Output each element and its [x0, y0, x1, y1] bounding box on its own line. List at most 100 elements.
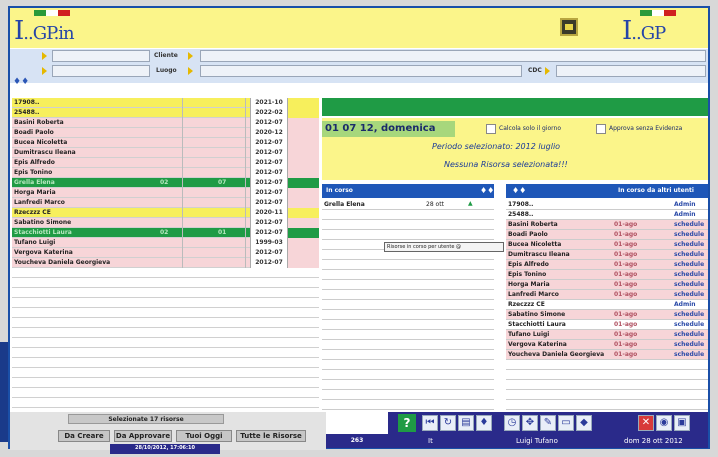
empty-row	[322, 320, 494, 330]
list-item[interactable]: Grella Elena 02 07 2012-07	[12, 178, 319, 188]
cliente-field[interactable]	[200, 50, 706, 62]
luogo-field[interactable]	[200, 65, 522, 77]
row-tail	[288, 108, 319, 118]
empty-row	[322, 270, 494, 280]
edit-icon[interactable]: ✎	[540, 415, 556, 431]
list-item[interactable]: Horga Maria 01-ago schedule	[506, 280, 708, 290]
logo-left: I..GP.in	[14, 10, 94, 46]
list-item[interactable]: Epis Alfredo 2012-07	[12, 158, 319, 168]
row-tail	[288, 148, 319, 158]
status-date: dom 28 ott 2012	[624, 437, 683, 445]
refresh-icon[interactable]: ↻	[440, 415, 456, 431]
filter-arrow-icon[interactable]	[42, 52, 47, 60]
list-item[interactable]: Horga Maria 2012-07	[12, 188, 319, 198]
resource-date: 01-ago	[614, 261, 638, 268]
resource-date: 2020-11	[250, 208, 288, 218]
list-item[interactable]: Tufano Luigi 01-ago schedule	[506, 330, 708, 340]
list-item[interactable]: Youcheva Daniela Georgieva 2012-07	[12, 258, 319, 268]
list-item[interactable]: Youcheva Daniela Georgieva 01-ago schedule	[506, 350, 708, 360]
cell-divider	[182, 178, 246, 188]
first-icon[interactable]: ⏮	[422, 415, 438, 431]
list-item[interactable]: Boadi Paolo 01-ago schedule	[506, 230, 708, 240]
value-1: 02	[160, 179, 169, 186]
save-icon[interactable]: ▣	[674, 415, 690, 431]
print-icon[interactable]: ▤	[458, 415, 474, 431]
cdc-field[interactable]	[556, 65, 706, 77]
cdc-label: CDC	[528, 67, 542, 74]
book-icon[interactable]: ▭	[558, 415, 574, 431]
da-approvare-button[interactable]: Da Approvare	[114, 430, 172, 442]
cell-divider	[182, 258, 246, 268]
list-item[interactable]: Stacchiotti Laura 02 01 2012-07	[12, 228, 319, 238]
list-item[interactable]: Bucea Nicoletta 01-ago schedule	[506, 240, 708, 250]
list-item[interactable]: Epis Alfredo 01-ago schedule	[506, 260, 708, 270]
list-item[interactable]: Epis Tonino 01-ago schedule	[506, 270, 708, 280]
empty-row	[12, 358, 319, 368]
luogo-arrow-icon[interactable]	[188, 67, 193, 75]
filter-arrow-icon[interactable]	[42, 67, 47, 75]
diamond-icon[interactable]: ◆	[576, 415, 592, 431]
people-icon[interactable]: ♦♦	[480, 184, 494, 198]
resource-value: 28 ott	[426, 201, 444, 208]
move-icon[interactable]: ✥	[522, 415, 538, 431]
calc-day-checkbox[interactable]	[486, 124, 496, 134]
list-item[interactable]: Vergova Katerina 2012-07	[12, 248, 319, 258]
approve-label: Approva senza Evidenza	[609, 125, 683, 132]
filter-field-2[interactable]	[52, 65, 150, 77]
empty-row	[506, 370, 708, 380]
list-item[interactable]: 17908.. Admin	[506, 200, 708, 210]
home-icon[interactable]	[560, 18, 578, 36]
people-icon[interactable]: ♦	[476, 415, 492, 431]
list-item[interactable]: Vergova Katerina 01-ago schedule	[506, 340, 708, 350]
tooltip: Risorse in corso per utente @	[384, 242, 504, 252]
list-item[interactable]: 17908.. 2021-10	[12, 98, 319, 108]
cliente-arrow-icon[interactable]	[188, 52, 193, 60]
list-item[interactable]: 25488.. 2022-02	[12, 108, 319, 118]
resource-status: schedule	[674, 261, 705, 268]
resource-list: 17908.. 2021-10 25488.. 2022-02 Basini Rober…	[12, 98, 319, 410]
close-icon[interactable]: ✕	[638, 415, 654, 431]
list-item[interactable]: Rzeczzz CE 2020-11	[12, 208, 319, 218]
row-tail	[288, 218, 319, 228]
list-item[interactable]: Dumitrascu Ileana 2012-07	[12, 148, 319, 158]
list-item[interactable]: Stacchiotti Laura 01-ago schedule	[506, 320, 708, 330]
resource-date: 2012-07	[250, 248, 288, 258]
resource-name: 17908..	[14, 99, 40, 106]
clock-icon[interactable]: ◷	[504, 415, 520, 431]
list-item[interactable]: 25488.. Admin	[506, 210, 708, 220]
da-creare-button[interactable]: Da Creare	[58, 430, 110, 442]
resource-date: 2012-07	[250, 158, 288, 168]
list-item[interactable]: Sabatino Simone 01-ago schedule	[506, 310, 708, 320]
tutte-risorse-button[interactable]: Tutte le Risorse	[236, 430, 306, 442]
list-item[interactable]: Rzeczzz CE Admin	[506, 300, 708, 310]
resource-status: schedule	[674, 351, 705, 358]
list-item[interactable]: Dumitrascu Ileana 01-ago schedule	[506, 250, 708, 260]
empty-row	[322, 340, 494, 350]
people-icon[interactable]: ♦♦	[13, 77, 29, 87]
list-item[interactable]: Basini Roberta 01-ago schedule	[506, 220, 708, 230]
resource-date: 01-ago	[614, 231, 638, 238]
list-item[interactable]: Lanfredi Marco 2012-07	[12, 198, 319, 208]
date-panel: 01 07 12, domenica Calcola solo il giorn…	[322, 118, 708, 180]
list-item[interactable]: Bucea Nicoletta 2012-07	[12, 138, 319, 148]
list-item[interactable]: Boadi Paolo 2020-12	[12, 128, 319, 138]
row-tail	[288, 128, 319, 138]
resource-date: 2022-02	[250, 108, 288, 118]
app-frame: I..GP.in I..GP Cliente Luogo CDC ♦♦ 1790…	[0, 0, 718, 457]
list-item[interactable]: Grella Elena 28 ott ▲	[322, 200, 494, 210]
people-icon[interactable]: ♦♦	[512, 184, 526, 198]
list-item[interactable]: Basini Roberta 2012-07	[12, 118, 319, 128]
tuoi-oggi-button[interactable]: Tuoi Oggi	[176, 430, 232, 442]
help-button[interactable]: ?	[398, 414, 416, 432]
list-item[interactable]: Lanfredi Marco 01-ago schedule	[506, 290, 708, 300]
main-panel: I..GP.in I..GP Cliente Luogo CDC ♦♦ 1790…	[8, 6, 710, 454]
empty-row	[506, 360, 708, 370]
list-item[interactable]: Sabatino Simone 2012-07	[12, 218, 319, 228]
cdc-arrow-icon[interactable]	[545, 67, 550, 75]
luogo-label: Luogo	[156, 67, 177, 74]
list-item[interactable]: Epis Tonino 2012-07	[12, 168, 319, 178]
list-item[interactable]: Tufano Luigi 1999-03	[12, 238, 319, 248]
approve-checkbox[interactable]	[596, 124, 606, 134]
filter-field-1[interactable]	[52, 50, 150, 62]
eye-icon[interactable]: ◉	[656, 415, 672, 431]
